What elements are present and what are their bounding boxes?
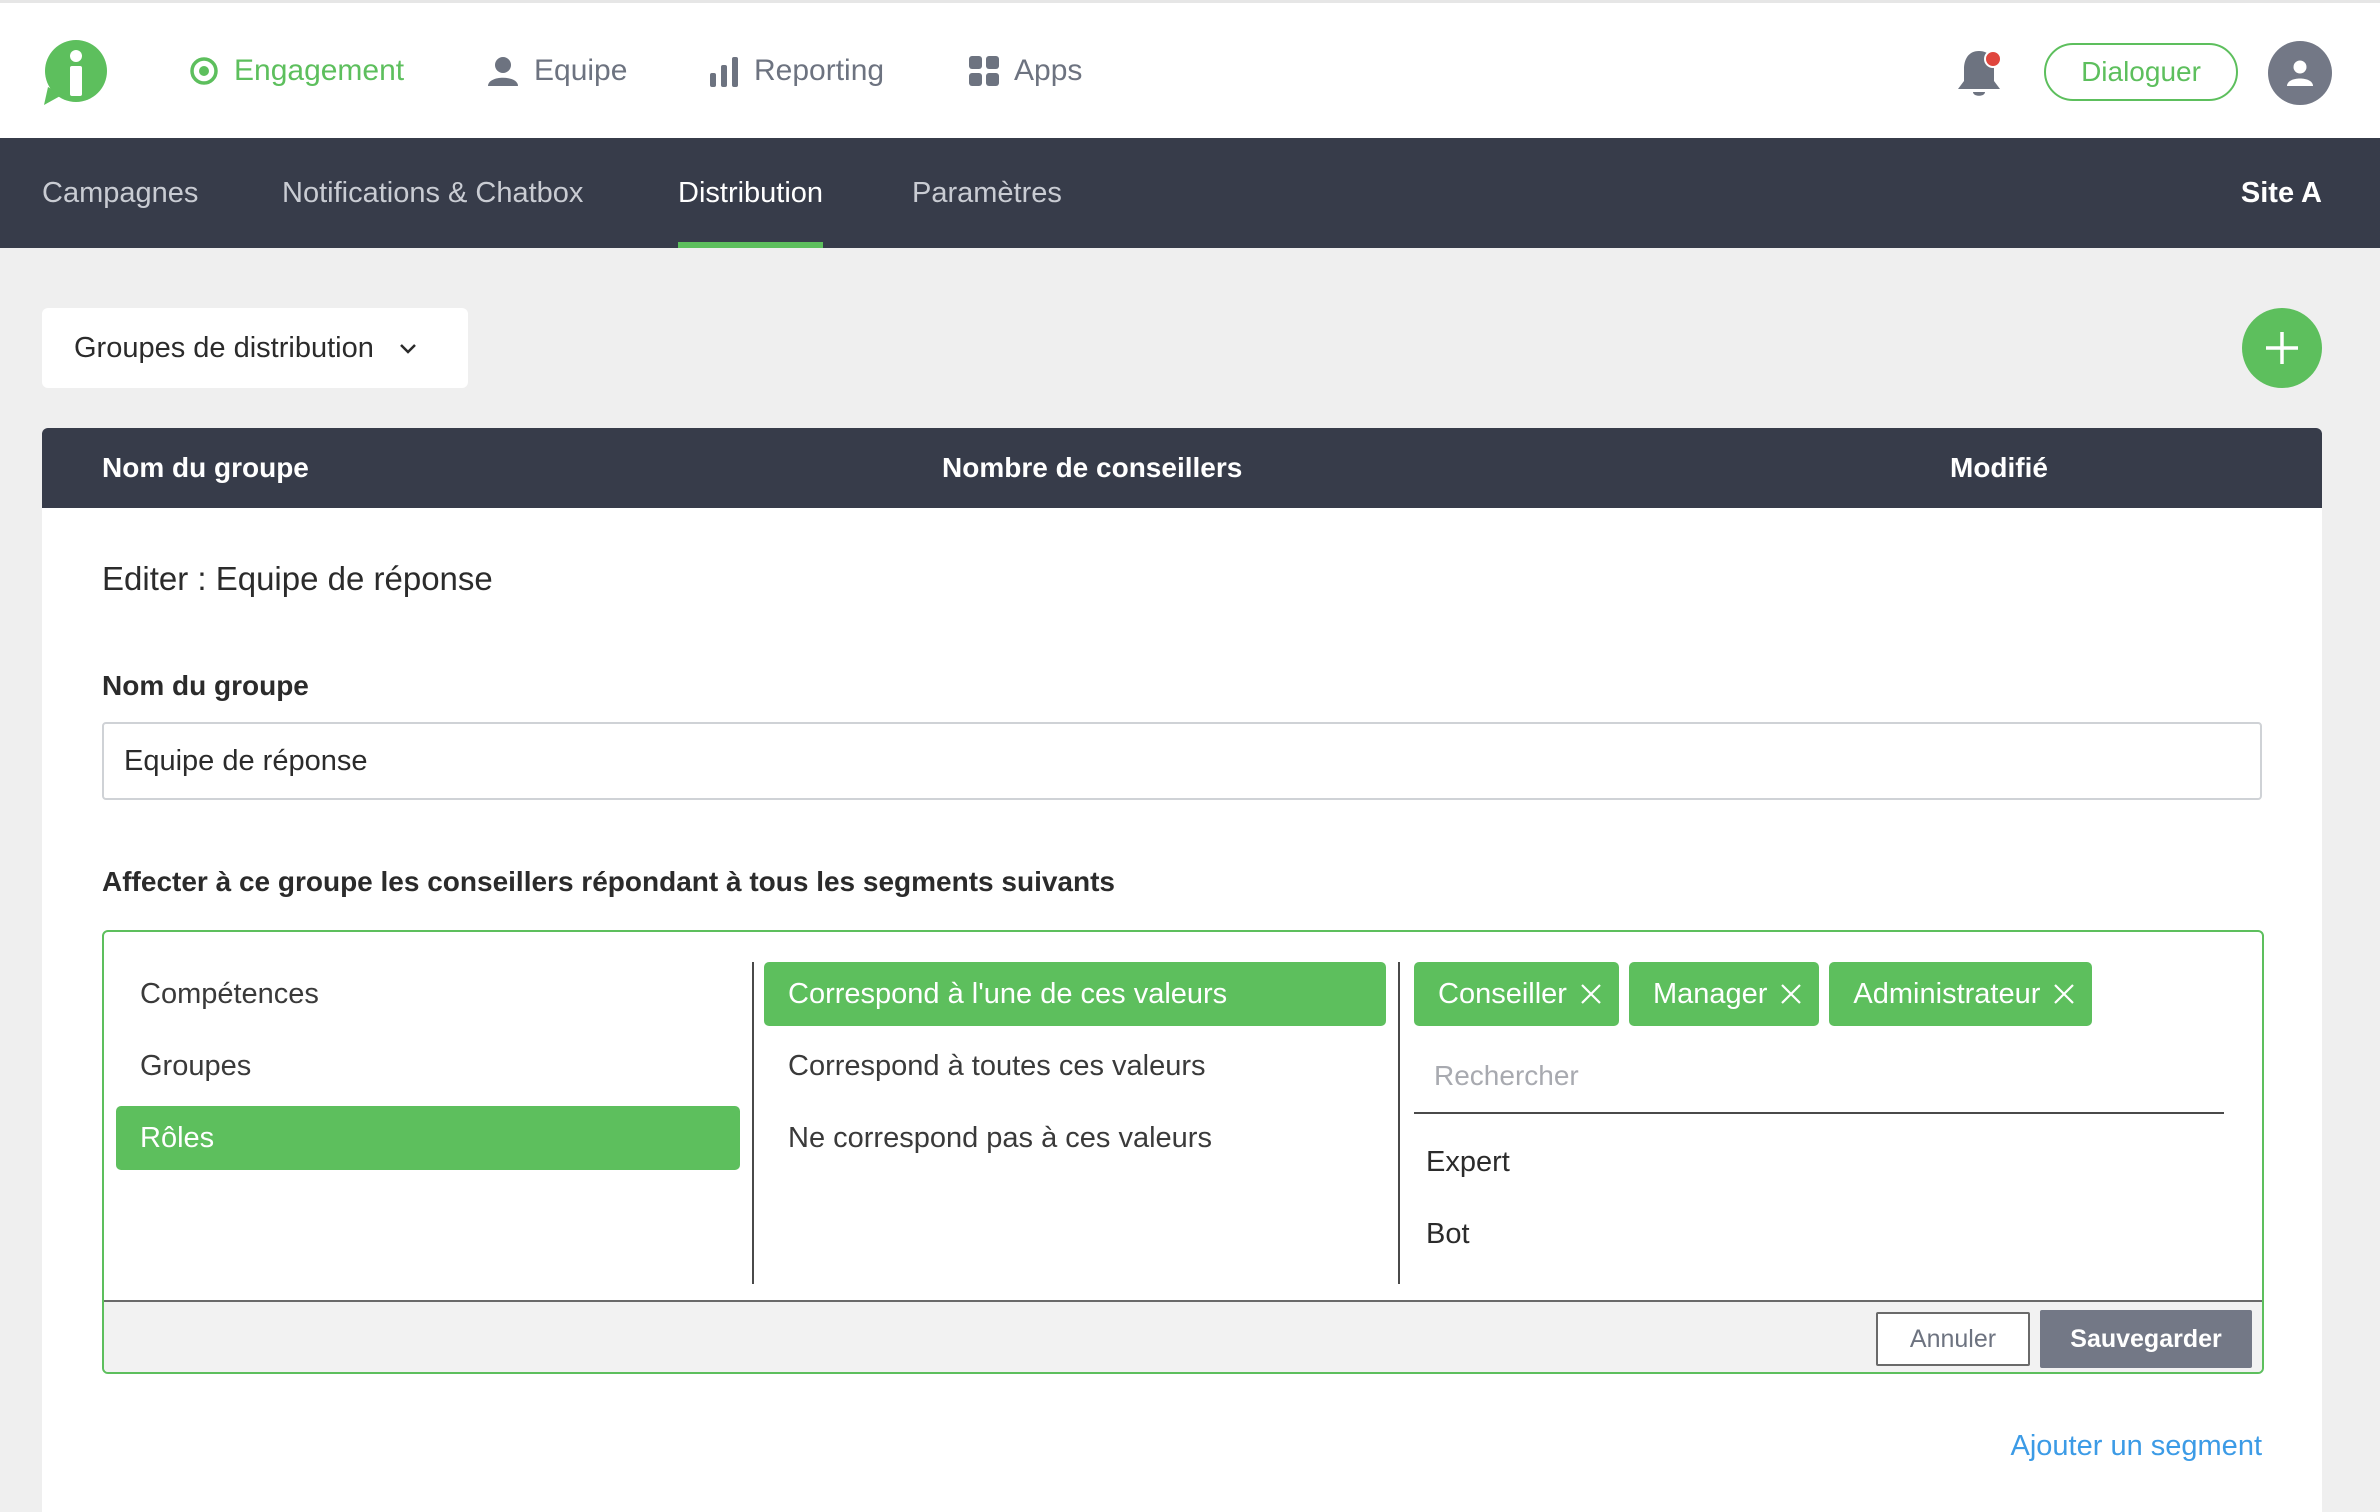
user-avatar-icon [2287,60,2313,86]
user-icon [488,57,518,86]
tab-distribution[interactable]: Distribution [678,138,824,248]
value-option-bot[interactable]: Bot [1414,1198,2224,1270]
secondary-navigation-bar: Campagnes Notifications & Chatbox Distri… [0,138,2380,248]
column-header-modified[interactable]: Modifié [1950,428,2048,508]
close-icon[interactable] [1579,982,1603,1006]
column-header-advisor-count[interactable]: Nombre de conseillers [942,428,1242,508]
tab-notifications-chatbox[interactable]: Notifications & Chatbox [282,138,583,248]
tab-parametres[interactable]: Paramètres [912,138,1062,248]
match-all[interactable]: Correspond à toutes ces valeurs [764,1034,1386,1098]
notification-bell-icon[interactable] [1950,45,2008,103]
segment-instruction-label: Affecter à ce groupe les conseillers rép… [102,866,1116,897]
site-selector[interactable]: Site A [2241,138,2322,248]
dialoguer-button[interactable]: Dialoguer [2044,43,2238,101]
bar-chart-icon [710,57,738,87]
selected-tags: Conseiller Manager Administrateur [1414,962,2224,1026]
nav-engagement-label: Engagement [234,54,405,87]
tab-campagnes[interactable]: Campagnes [42,138,198,248]
distribution-groups-dropdown[interactable]: Groupes de distribution [42,308,468,388]
nav-equipe[interactable]: Equipe [486,49,627,93]
value-selector: Conseiller Manager Administrateur Expert… [1414,962,2224,1270]
cancel-button[interactable]: Annuler [1876,1312,2030,1366]
tag-administrateur: Administrateur [1829,962,2093,1026]
value-option-expert[interactable]: Expert [1414,1126,2224,1198]
top-navigation-bar: Engagement Equipe Reporting Apps Dialogu… [0,0,2380,138]
nav-apps-label: Apps [1014,54,1083,87]
dropdown-label: Groupes de distribution [74,331,374,364]
match-none[interactable]: Ne correspond pas à ces valeurs [764,1106,1386,1170]
nav-equipe-label: Equipe [534,54,628,87]
match-operator-list: Correspond à l'une de ces valeurs Corres… [764,962,1386,1178]
close-icon[interactable] [2052,982,2076,1006]
tag-label: Manager [1652,977,1768,1010]
nav-reporting-label: Reporting [754,54,885,87]
segment-footer: Annuler Sauvegarder [104,1300,2262,1372]
value-search-input[interactable] [1414,1040,2224,1112]
match-any[interactable]: Correspond à l'une de ces valeurs [764,962,1386,1026]
target-icon [190,57,218,85]
save-button[interactable]: Sauvegarder [2040,1310,2252,1368]
group-name-label: Nom du groupe [102,670,309,701]
tag-manager: Manager [1628,962,1820,1026]
nav-reporting[interactable]: Reporting [708,49,884,93]
tag-label: Administrateur [1853,977,2041,1010]
nav-engagement[interactable]: Engagement [188,49,404,93]
group-name-input[interactable] [102,722,2262,800]
app-logo-icon[interactable] [42,39,110,107]
grid-icon [969,56,999,86]
category-groupes[interactable]: Groupes [116,1034,740,1098]
close-icon[interactable] [1779,982,1803,1006]
groups-table-header: Nom du groupe Nombre de conseillers Modi… [42,428,2322,508]
add-segment-link[interactable]: Ajouter un segment [2011,1430,2262,1463]
segment-editor: Compétences Groupes Rôles Correspond à l… [102,930,2264,1374]
column-divider [752,962,754,1284]
edit-group-panel: Editer : Equipe de réponse Nom du groupe… [42,508,2322,1512]
value-search [1414,1040,2224,1114]
plus-icon [2266,332,2298,364]
column-divider [1398,962,1400,1284]
nav-apps[interactable]: Apps [968,49,1082,93]
user-avatar[interactable] [2268,41,2332,105]
tag-conseiller: Conseiller [1414,962,1619,1026]
chevron-down-icon [399,344,416,354]
column-header-group-name[interactable]: Nom du groupe [102,428,309,508]
category-roles[interactable]: Rôles [116,1106,740,1170]
category-competences[interactable]: Compétences [116,962,740,1026]
tag-label: Conseiller [1438,977,1567,1010]
segment-category-list: Compétences Groupes Rôles [116,962,740,1178]
edit-title: Editer : Equipe de réponse [102,560,493,597]
add-group-button[interactable] [2242,308,2322,388]
